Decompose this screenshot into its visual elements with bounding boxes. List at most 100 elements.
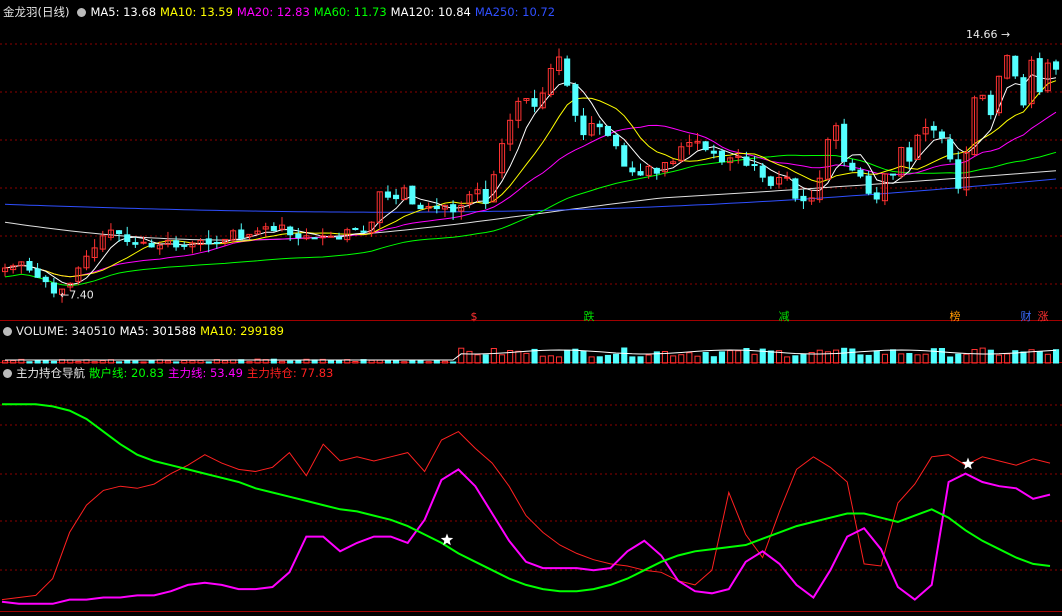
candle-body bbox=[841, 123, 848, 162]
indicator-panel-header: 主力持仓导航 散户线: 20.83 主力线: 53.49 主力持仓: 77.83 bbox=[0, 365, 337, 382]
volume-bar bbox=[637, 356, 644, 364]
ma5-label: MA5: 13.68 bbox=[90, 5, 157, 19]
volume-bar bbox=[735, 350, 742, 364]
volume-bar bbox=[694, 355, 701, 364]
moving-average-lines bbox=[4, 73, 1057, 287]
volume-bar bbox=[800, 353, 807, 364]
volume-bar bbox=[995, 354, 1003, 364]
volume-bar bbox=[490, 348, 497, 364]
volume-bar bbox=[50, 360, 58, 364]
ma5-line bbox=[4, 73, 1057, 286]
candle-body bbox=[270, 226, 277, 231]
candle-body bbox=[865, 175, 872, 194]
candle-body bbox=[173, 240, 180, 248]
candle-body bbox=[564, 58, 571, 86]
candle-body bbox=[336, 236, 343, 240]
volume-bar bbox=[42, 360, 49, 364]
volume-bar bbox=[906, 353, 913, 364]
volume-bar bbox=[971, 349, 978, 364]
volume-bar bbox=[173, 361, 180, 364]
volume-bar bbox=[1053, 349, 1060, 364]
settings-dot-icon[interactable] bbox=[3, 369, 12, 378]
star-icon bbox=[961, 457, 975, 470]
candle-body bbox=[718, 150, 726, 163]
event-marker: 涨 bbox=[1038, 310, 1049, 323]
candle-body bbox=[531, 98, 538, 107]
volume-bar bbox=[914, 354, 921, 364]
volume-bar bbox=[384, 360, 391, 364]
volume-bar bbox=[710, 356, 717, 364]
candle-body bbox=[873, 192, 880, 200]
candle-body bbox=[148, 242, 155, 248]
volume-bar bbox=[376, 359, 383, 364]
volume-bar bbox=[499, 354, 506, 364]
candle-body bbox=[604, 126, 612, 136]
candle-body bbox=[360, 230, 367, 233]
event-marker: $ bbox=[471, 310, 478, 323]
volume-bar bbox=[629, 356, 636, 364]
price-panel-header: 金龙羽(日线) MA5: 13.68 MA10: 13.59 MA20: 12.83 M… bbox=[0, 4, 559, 21]
volume-bar bbox=[816, 349, 823, 364]
settings-dot-icon[interactable] bbox=[77, 8, 87, 17]
candle-body bbox=[955, 159, 962, 189]
volume-bar bbox=[148, 360, 155, 364]
candle-body bbox=[417, 204, 424, 210]
candle-body bbox=[702, 141, 709, 151]
candle-body bbox=[26, 261, 33, 271]
candle-body bbox=[482, 189, 489, 204]
candle-body bbox=[433, 205, 440, 210]
volume-bar bbox=[987, 349, 994, 364]
ma10-label: MA10: 13.59 bbox=[160, 5, 233, 19]
candle-body bbox=[743, 156, 750, 166]
candle-body bbox=[751, 164, 758, 166]
high-price-label: 14.66 → bbox=[966, 28, 1010, 41]
volume-bar bbox=[222, 360, 229, 364]
volume-bar bbox=[613, 353, 620, 364]
candle-body bbox=[784, 176, 791, 179]
vol-ma10-label: MA10: 299189 bbox=[200, 324, 284, 338]
volume-bar bbox=[881, 353, 889, 364]
volume-bar bbox=[197, 359, 204, 364]
candle-body bbox=[613, 134, 620, 147]
volume-bar bbox=[466, 350, 473, 364]
candle-body bbox=[890, 173, 897, 176]
candle-body bbox=[238, 229, 245, 239]
volume-bar bbox=[189, 360, 196, 364]
ma120-label: MA120: 10.84 bbox=[390, 5, 471, 19]
candle-body bbox=[906, 147, 913, 162]
volume-bar bbox=[26, 361, 33, 364]
candle-body bbox=[792, 178, 799, 199]
volume-label: VOLUME: 340510 bbox=[16, 324, 116, 338]
vol-ma5-label: MA5: 301588 bbox=[119, 324, 197, 338]
candle-body bbox=[181, 244, 188, 247]
volume-bar bbox=[547, 355, 554, 364]
candle-body bbox=[352, 228, 359, 230]
candle-body bbox=[384, 191, 391, 198]
candle-body bbox=[295, 233, 302, 239]
candle-body bbox=[287, 226, 294, 236]
event-marker: 财 bbox=[1021, 309, 1032, 323]
volume-bars bbox=[2, 347, 1060, 364]
volume-bar bbox=[1020, 351, 1027, 364]
volume-bar bbox=[450, 361, 457, 364]
volume-bar bbox=[140, 361, 147, 364]
volume-bar bbox=[1044, 353, 1051, 364]
volume-bar bbox=[963, 353, 970, 364]
indicator-lines bbox=[1, 403, 1051, 605]
candle-body bbox=[710, 150, 717, 154]
volume-bar bbox=[833, 349, 840, 364]
candle-body bbox=[450, 204, 457, 213]
volume-bar bbox=[702, 352, 709, 364]
candle-body bbox=[621, 145, 628, 167]
candle-body bbox=[938, 131, 946, 139]
volume-bar bbox=[678, 354, 685, 364]
volume-bar bbox=[645, 354, 652, 364]
volume-bar bbox=[482, 354, 489, 364]
volume-bar bbox=[596, 356, 603, 364]
candle-body bbox=[409, 185, 416, 205]
candle-body bbox=[572, 84, 579, 116]
volume-bar bbox=[368, 359, 375, 364]
settings-dot-icon[interactable] bbox=[3, 327, 12, 336]
volume-bar bbox=[686, 352, 693, 364]
ma250-label: MA250: 10.72 bbox=[474, 5, 556, 19]
